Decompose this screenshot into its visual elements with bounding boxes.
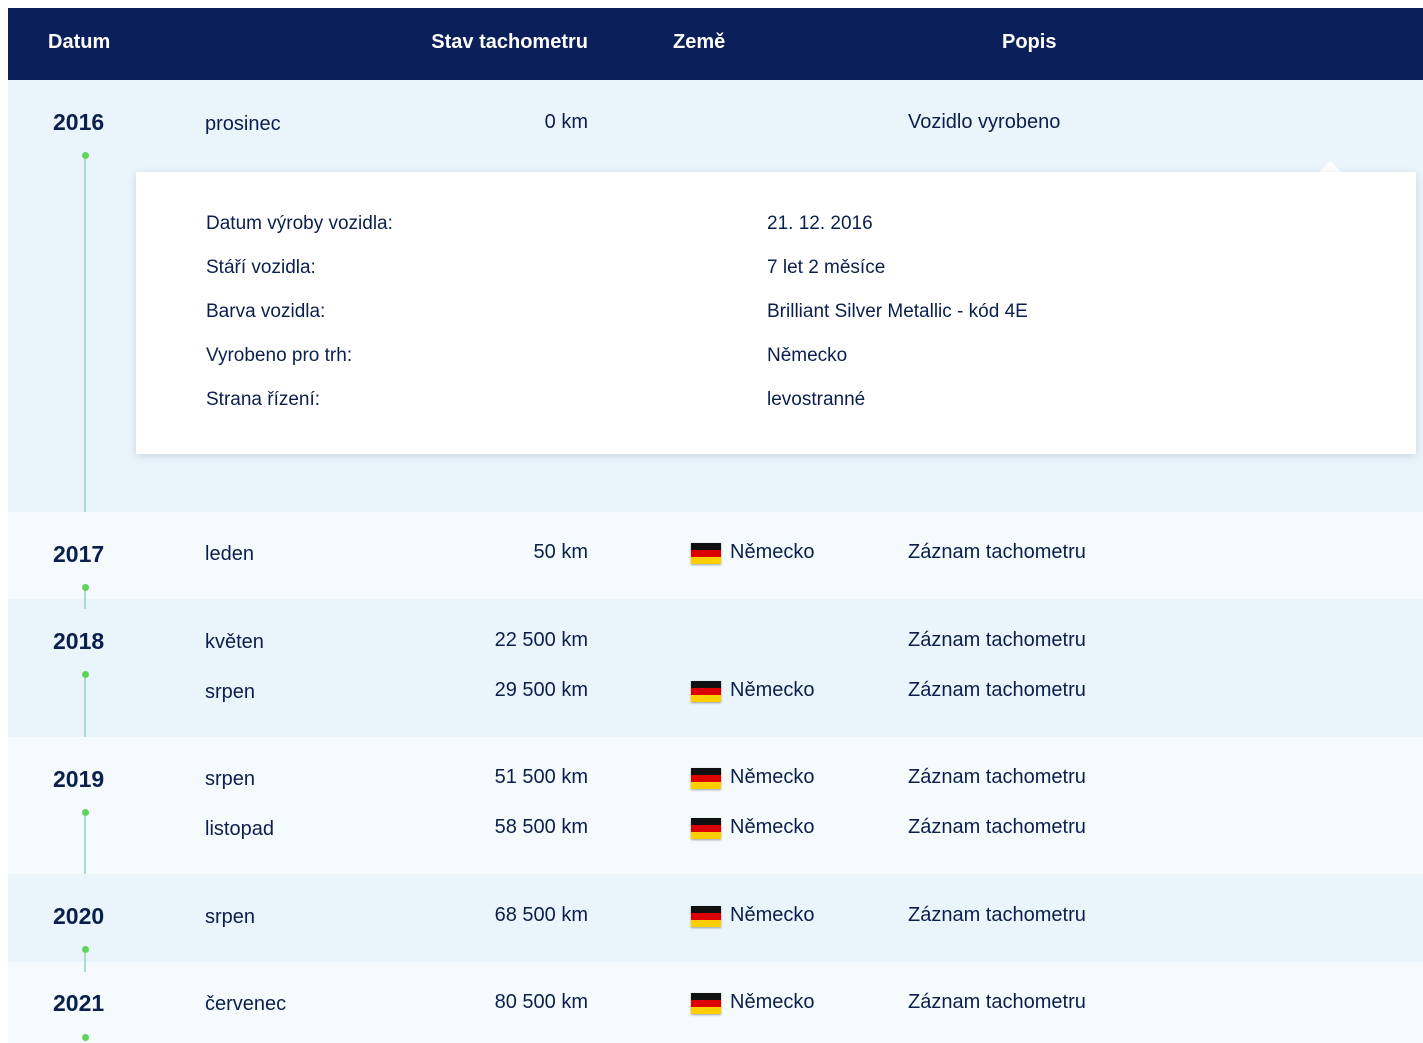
- year-block-2018[interactable]: 2018 květen 22 500 km Záznam tachometru …: [8, 599, 1423, 737]
- table-row[interactable]: červenec 80 500 km Německo Záznam tachom…: [8, 989, 1423, 1019]
- country-name: Německo: [730, 816, 815, 838]
- timeline-dot: [82, 584, 89, 591]
- description: Záznam tachometru: [908, 904, 1086, 926]
- detail-label: Datum výroby vozidla:: [206, 213, 393, 234]
- header-description: Popis: [1002, 31, 1057, 53]
- germany-flag-icon: [691, 767, 721, 789]
- table-row[interactable]: květen 22 500 km Záznam tachometru: [8, 627, 1423, 657]
- description: Vozidlo vyrobeno: [908, 111, 1061, 133]
- header-date: Datum: [48, 31, 111, 53]
- country: Německo: [691, 989, 814, 1015]
- odometer: 29 500 km: [494, 679, 588, 701]
- year-block-2021[interactable]: 2021 červenec 80 500 km Německo Záznam t…: [8, 962, 1423, 1043]
- timeline-line: [84, 599, 86, 609]
- header-country: Země: [673, 31, 726, 53]
- timeline-dot: [82, 1034, 89, 1041]
- germany-flag-icon: [691, 817, 721, 839]
- mileage-history-table: Datum Stav tachometru Země Popis 2016 pr…: [8, 8, 1423, 1043]
- detail-value: Německo: [767, 345, 848, 366]
- germany-flag-icon: [691, 992, 721, 1014]
- table-row[interactable]: leden 50 km Německo Záznam tachometru: [8, 539, 1423, 569]
- year-block-2019[interactable]: 2019 srpen 51 500 km Německo Záznam tach…: [8, 737, 1423, 874]
- odometer: 50 km: [533, 541, 588, 563]
- country-name: Německo: [730, 679, 815, 701]
- table-header: Datum Stav tachometru Země Popis: [8, 8, 1423, 80]
- table-row[interactable]: srpen 29 500 km Německo Záznam tachometr…: [8, 677, 1423, 707]
- table-row[interactable]: listopad 58 500 km Německo Záznam tachom…: [8, 814, 1423, 844]
- details-arrow: [1319, 161, 1341, 172]
- description: Záznam tachometru: [908, 816, 1086, 838]
- country: Německo: [691, 677, 814, 703]
- table-row[interactable]: srpen 68 500 km Německo Záznam tachometr…: [8, 902, 1423, 932]
- table-row[interactable]: srpen 51 500 km Německo Záznam tachometr…: [8, 764, 1423, 794]
- description: Záznam tachometru: [908, 766, 1086, 788]
- timeline-line: [84, 953, 86, 962]
- country: Německo: [691, 539, 814, 565]
- detail-value: levostranné: [767, 389, 866, 410]
- detail-label: Strana řízení:: [206, 389, 321, 410]
- description: Záznam tachometru: [908, 679, 1086, 701]
- odometer: 51 500 km: [494, 766, 588, 788]
- timeline-dot: [82, 152, 89, 159]
- country-name: Německo: [730, 766, 815, 788]
- germany-flag-icon: [691, 542, 721, 564]
- country-name: Německo: [730, 991, 815, 1013]
- year-block-2016[interactable]: 2016 prosinec 0 km Vozidlo vyrobeno Datu…: [8, 80, 1423, 512]
- month: srpen: [205, 768, 256, 790]
- table-row[interactable]: prosinec 0 km Vozidlo vyrobeno: [8, 109, 1423, 139]
- detail-label: Vyrobeno pro trh:: [206, 345, 353, 366]
- month: leden: [205, 543, 254, 565]
- country: Německo: [691, 764, 814, 790]
- odometer: 58 500 km: [494, 816, 588, 838]
- description: Záznam tachometru: [908, 629, 1086, 651]
- header-odometer: Stav tachometru: [431, 31, 588, 53]
- timeline-dot: [82, 946, 89, 953]
- odometer: 68 500 km: [494, 904, 588, 926]
- timeline-line: [84, 591, 86, 599]
- timeline-line: [84, 159, 86, 512]
- detail-value: 21. 12. 2016: [767, 213, 873, 234]
- odometer: 22 500 km: [494, 629, 588, 651]
- detail-label: Barva vozidla:: [206, 301, 326, 322]
- country: Německo: [691, 902, 814, 928]
- odometer: 80 500 km: [494, 991, 588, 1013]
- year-block-2017[interactable]: 2017 leden 50 km Německo Záznam tachomet…: [8, 512, 1423, 599]
- month: prosinec: [205, 113, 281, 135]
- detail-value: Brilliant Silver Metallic - kód 4E: [767, 301, 1028, 322]
- timeline-line: [84, 962, 86, 972]
- month: květen: [205, 631, 264, 653]
- country-name: Německo: [730, 541, 815, 563]
- description: Záznam tachometru: [908, 541, 1086, 563]
- odometer: 0 km: [544, 111, 588, 133]
- month: listopad: [205, 818, 274, 840]
- country: Německo: [691, 814, 814, 840]
- vehicle-details-panel: Datum výroby vozidla: 21. 12. 2016 Stáří…: [136, 172, 1416, 454]
- month: červenec: [205, 993, 287, 1015]
- detail-value: 7 let 2 měsíce: [767, 257, 886, 278]
- year-block-2020[interactable]: 2020 srpen 68 500 km Německo Záznam tach…: [8, 874, 1423, 962]
- month: srpen: [205, 681, 256, 703]
- detail-label: Stáří vozidla:: [206, 257, 316, 278]
- germany-flag-icon: [691, 680, 721, 702]
- month: srpen: [205, 906, 256, 928]
- description: Záznam tachometru: [908, 991, 1086, 1013]
- country-name: Německo: [730, 904, 815, 926]
- germany-flag-icon: [691, 905, 721, 927]
